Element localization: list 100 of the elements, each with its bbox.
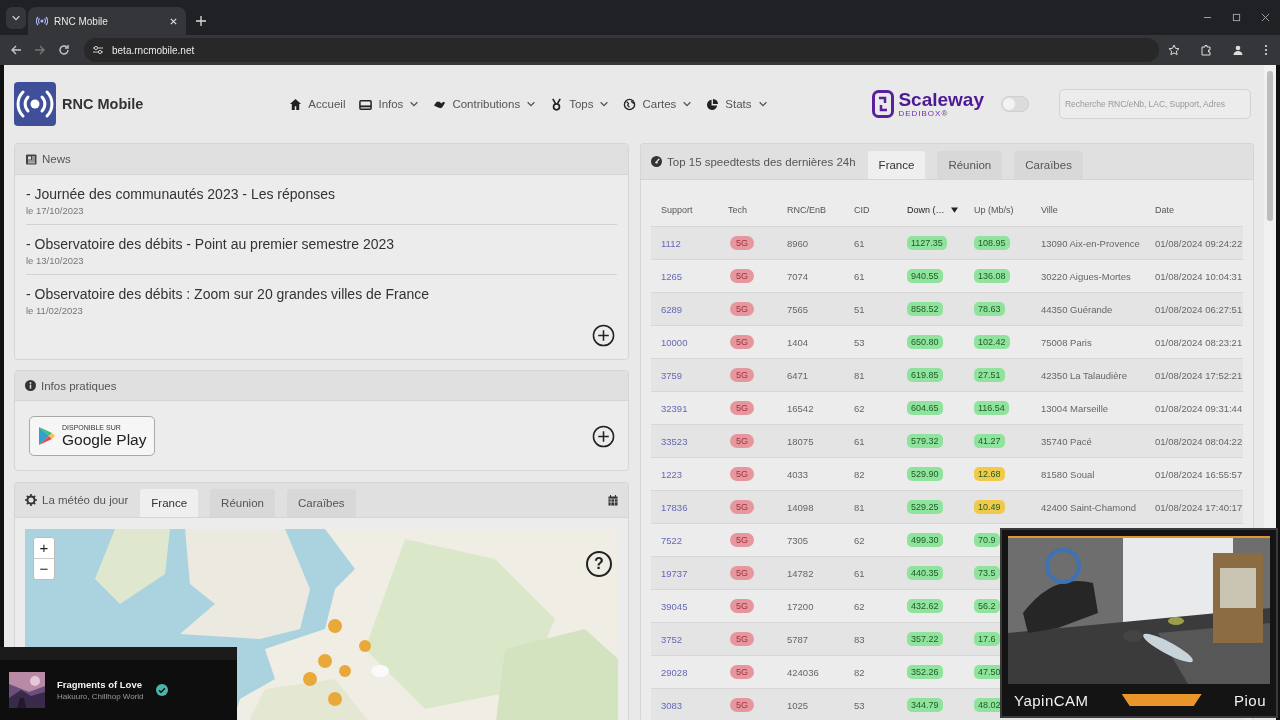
add-circle-icon[interactable] xyxy=(592,424,615,448)
star-icon[interactable] xyxy=(1168,44,1180,56)
tech-badge: 5G xyxy=(730,566,754,580)
support-link[interactable]: 7522 xyxy=(661,534,683,546)
table-cell: 53 xyxy=(854,699,865,711)
address-field[interactable]: beta.rncmobile.net xyxy=(84,38,1159,62)
bracket-logo-icon xyxy=(872,90,895,118)
table-cell: 01/08/2024 08:04:22 xyxy=(1155,435,1243,447)
table-cell: 01/08/2024 09:24:22 xyxy=(1155,237,1243,249)
support-link[interactable]: 3752 xyxy=(661,633,683,645)
reload-icon[interactable] xyxy=(58,44,70,56)
speed-badge: 529.90 xyxy=(907,467,943,481)
help-button[interactable]: ? xyxy=(586,551,612,577)
nav-link[interactable]: Stats xyxy=(706,97,768,111)
column-header[interactable]: Tech xyxy=(728,204,747,215)
sponsor-name: Scaleway xyxy=(898,90,984,109)
table-cell: 51 xyxy=(854,303,865,315)
column-header[interactable]: Down (… xyxy=(907,204,945,215)
support-link[interactable]: 1265 xyxy=(661,270,683,282)
table-cell: 01/08/2024 17:52:21 xyxy=(1155,369,1243,381)
table-cell: 61 xyxy=(854,270,865,282)
support-link[interactable]: 19737 xyxy=(661,567,688,579)
column-header[interactable]: CID xyxy=(854,204,870,215)
tech-badge: 5G xyxy=(730,335,754,349)
table-cell: 17200 xyxy=(787,600,814,612)
calendar-icon[interactable] xyxy=(608,494,618,506)
support-link[interactable]: 10000 xyxy=(661,336,688,348)
tech-badge: 5G xyxy=(730,401,754,415)
menu-icon[interactable] xyxy=(1264,44,1268,56)
column-header[interactable]: Up (Mb/s) xyxy=(974,204,1014,215)
tech-badge: 5G xyxy=(730,434,754,448)
support-link[interactable]: 3759 xyxy=(661,369,683,381)
sort-icon[interactable] xyxy=(950,206,958,213)
card-title: La météo du jour xyxy=(42,494,129,506)
forward-icon[interactable] xyxy=(34,44,46,56)
table-cell: 7074 xyxy=(787,270,809,282)
table-cell: 61 xyxy=(854,237,865,249)
maximize-icon[interactable] xyxy=(1232,13,1241,22)
news-link[interactable]: - Observatoire des débits : Zoom sur 20 grandes villes de France xyxy=(26,286,617,302)
column-header[interactable]: Ville xyxy=(1041,204,1058,215)
browser-tab[interactable]: RNC Mobile xyxy=(28,7,186,35)
tab[interactable]: France xyxy=(867,151,926,179)
theme-toggle[interactable] xyxy=(1001,96,1029,112)
tech-badge: 5G xyxy=(730,533,754,547)
tab-list-button[interactable] xyxy=(6,7,26,29)
support-link[interactable]: 29028 xyxy=(661,666,688,678)
speed-badge: 41.27 xyxy=(974,434,1005,448)
back-icon[interactable] xyxy=(10,44,22,56)
support-link[interactable]: 17836 xyxy=(661,501,688,513)
speed-badge: 357.22 xyxy=(907,632,943,646)
newspaper-icon xyxy=(25,153,37,165)
speed-badge: 619.85 xyxy=(907,368,943,382)
tech-badge: 5G xyxy=(730,599,754,613)
support-link[interactable]: 1223 xyxy=(661,468,683,480)
tab[interactable]: France xyxy=(140,489,199,517)
column-header[interactable]: RNC/EnB xyxy=(787,204,826,215)
table-cell: 01/08/2024 06:27:51 xyxy=(1155,303,1243,315)
nav-link[interactable]: Contributions xyxy=(433,97,537,111)
support-link[interactable]: 1112 xyxy=(661,237,681,249)
support-link[interactable]: 39045 xyxy=(661,600,688,612)
table-cell: 42350 La Talaudière xyxy=(1041,369,1127,381)
zoom-in-button[interactable]: + xyxy=(34,538,54,558)
speed-badge: 858.52 xyxy=(907,302,943,316)
support-link[interactable]: 33523 xyxy=(661,435,688,447)
support-link[interactable]: 3083 xyxy=(661,699,683,711)
table-cell: 01/08/2024 17:40:17 xyxy=(1155,501,1243,513)
speed-badge: 344.79 xyxy=(907,698,943,712)
news-link[interactable]: - Journée des communautés 2023 - Les réponses xyxy=(26,186,617,202)
nav-link[interactable]: Infos xyxy=(359,97,420,111)
news-date: le 11/02/2023 xyxy=(26,305,84,316)
table-cell: 82 xyxy=(854,666,865,678)
nav-link[interactable]: Cartes xyxy=(623,97,693,111)
column-header[interactable]: Date xyxy=(1155,204,1174,215)
support-link[interactable]: 32391 xyxy=(661,402,688,414)
add-circle-icon[interactable] xyxy=(592,324,615,347)
new-tab-icon[interactable] xyxy=(196,16,206,26)
puzzle-icon[interactable] xyxy=(1200,44,1212,56)
search-field[interactable]: Recherche RNC/eNb, LAC, Support, Adres xyxy=(1059,89,1251,119)
table-cell: 8960 xyxy=(787,237,809,249)
tune-icon xyxy=(92,44,104,56)
column-header[interactable]: Support xyxy=(661,204,693,215)
table-cell: 44350 Guérande xyxy=(1041,303,1113,315)
tab[interactable]: Caraïbes xyxy=(286,489,356,517)
news-link[interactable]: - Observatoire des débits - Point au premier semestre 2023 xyxy=(26,236,617,252)
close-icon[interactable] xyxy=(1261,13,1270,22)
speed-badge: 27.51 xyxy=(974,368,1005,382)
person-icon[interactable] xyxy=(1232,44,1244,56)
camera-label: Piou xyxy=(1233,691,1266,709)
speed-badge: 604.65 xyxy=(907,401,943,415)
tab[interactable]: Caraïbes xyxy=(1014,151,1083,179)
info-icon xyxy=(25,380,36,391)
speed-badge: 432.62 xyxy=(907,599,943,613)
tab[interactable]: Réunion xyxy=(937,151,1003,179)
nav-link[interactable]: Accueil xyxy=(289,97,346,111)
globe-icon xyxy=(623,97,637,111)
support-link[interactable]: 6289 xyxy=(661,303,683,315)
tech-badge: 5G xyxy=(730,368,754,382)
nav-link[interactable]: Tops xyxy=(550,97,610,111)
zoom-out-button[interactable]: − xyxy=(34,558,54,579)
tab[interactable]: Réunion xyxy=(210,489,275,517)
